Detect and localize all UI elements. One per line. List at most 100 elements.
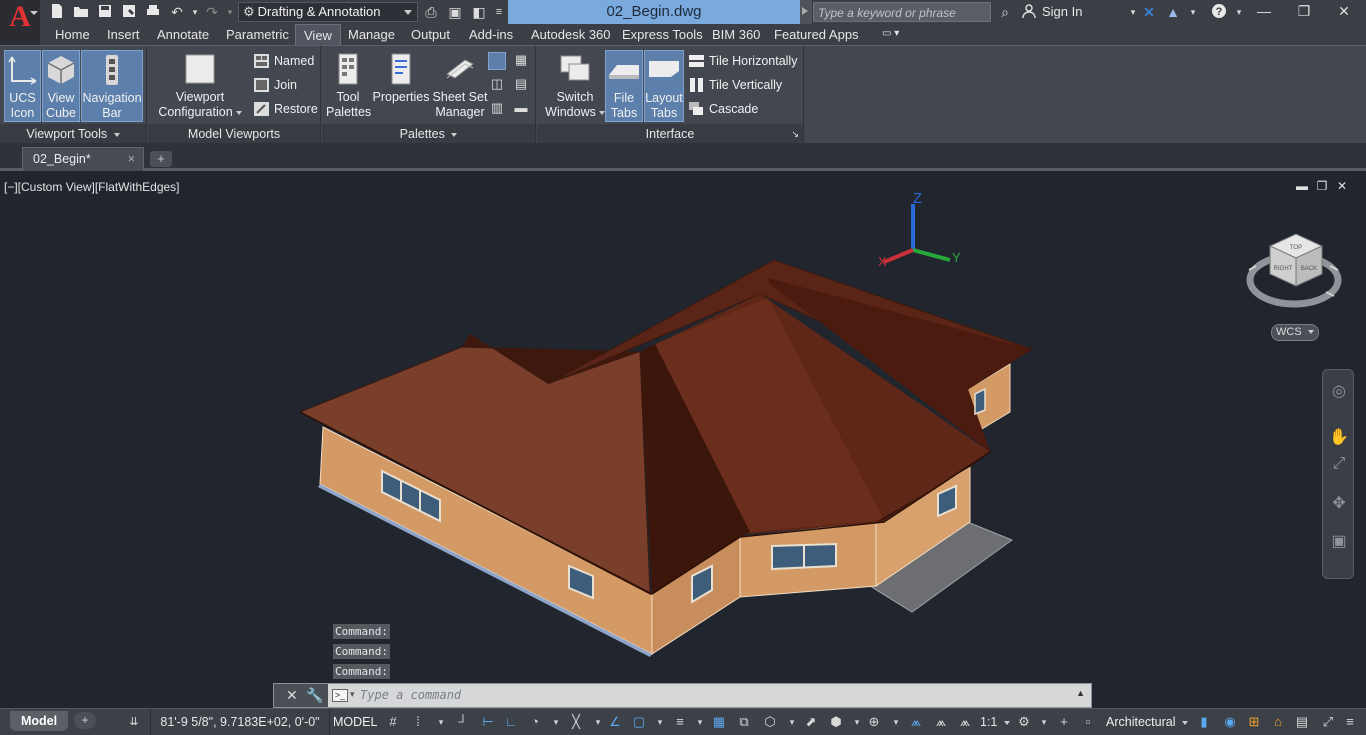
gizmo-icon[interactable]: ⊕ <box>866 714 882 730</box>
panel-title-viewport-tools[interactable]: Viewport Tools <box>0 124 146 144</box>
design-center-icon[interactable]: ▦ <box>512 52 530 70</box>
drawing-viewport[interactable]: Z Y X TOP RIGHT BACK [−][Custom View][Fl… <box>0 174 1366 708</box>
units-icon[interactable]: ▫ <box>1080 714 1096 730</box>
binoculars-search-icon[interactable]: ⌕ <box>996 3 1014 21</box>
lineweight-dropdown-icon[interactable]: ▾ <box>692 714 708 730</box>
object-snap-icon[interactable]: ▢ <box>631 714 647 730</box>
new-file-icon[interactable] <box>48 3 66 21</box>
customize-wrench-icon[interactable]: 🔧 <box>306 687 323 704</box>
filter-dropdown-icon[interactable]: ▾ <box>849 714 865 730</box>
tab-output[interactable]: Output <box>403 24 458 46</box>
snap-mode-icon[interactable]: ⁞ <box>410 714 426 730</box>
workspace-switching-icon[interactable]: ⚙ <box>1016 714 1032 730</box>
object-snap-dropdown-icon[interactable]: ▾ <box>652 714 668 730</box>
print-icon[interactable] <box>144 3 162 21</box>
snap-dropdown-icon[interactable]: ▾ <box>433 714 449 730</box>
model-space-toggle[interactable]: MODEL <box>333 709 377 735</box>
redo-dropdown-icon[interactable]: ▾ <box>221 3 239 21</box>
customization-menu-icon[interactable]: ≡ <box>1342 714 1358 730</box>
command-line-toggle-icon[interactable] <box>488 52 506 70</box>
viewcube-top-face[interactable]: TOP <box>1290 245 1302 251</box>
workspace-select[interactable]: ⚙ Drafting & Annotation <box>238 2 418 22</box>
viewport-configuration-button[interactable]: Viewport Configuration <box>156 50 244 122</box>
zoom-extents-icon[interactable]: ⤢ <box>1327 452 1351 476</box>
clean-screen-icon[interactable]: ▤ <box>1294 714 1310 730</box>
quick-calc-icon[interactable]: ▤ <box>512 76 530 94</box>
ucs-icon-button[interactable]: UCS Icon <box>4 50 41 122</box>
title-scroll-icon[interactable] <box>800 0 812 24</box>
annotation-scale-icon[interactable]: ⩕ <box>957 714 973 730</box>
3d-osnap-icon[interactable]: ⬡ <box>762 714 778 730</box>
quick-properties-icon[interactable]: ▮ <box>1196 714 1212 730</box>
markup-set-icon[interactable]: ◫ <box>488 76 506 94</box>
navigation-bar-button[interactable]: Navigation Bar <box>81 50 143 122</box>
grid-icon[interactable]: # <box>385 714 401 730</box>
ucs-dynamic-icon[interactable]: ⬈ <box>803 714 819 730</box>
tab-autodesk-360[interactable]: Autodesk 360 <box>523 24 619 46</box>
selection-cycling-icon[interactable]: ⧉ <box>736 714 752 730</box>
viewport-controls-label[interactable]: [−][Custom View][FlatWithEdges] <box>4 180 180 194</box>
showmotion-icon[interactable]: ▣ <box>1327 530 1351 554</box>
isodraft-icon[interactable]: ╳ <box>568 714 584 730</box>
tile-horizontally-button[interactable]: Tile Horizontally <box>687 50 797 72</box>
undo-dropdown-icon[interactable]: ▾ <box>186 3 204 21</box>
undo-icon[interactable]: ↶ <box>168 3 186 21</box>
external-references-icon[interactable]: ▬ <box>512 100 530 118</box>
object-snap-tracking-icon[interactable]: ∠ <box>607 714 623 730</box>
tab-manage[interactable]: Manage <box>340 24 403 46</box>
save-icon[interactable] <box>96 3 114 21</box>
tab-insert[interactable]: Insert <box>99 24 148 46</box>
annotation-scale[interactable]: 1:1 <box>980 709 1010 735</box>
hardware-acceleration-icon[interactable]: ⌂ <box>1270 714 1286 730</box>
tab-add-ins[interactable]: Add-ins <box>461 24 521 46</box>
workspace-dropdown-icon[interactable]: ▾ <box>1036 714 1052 730</box>
viewcube-right-face[interactable]: RIGHT <box>1274 266 1293 272</box>
viewport-restore-icon[interactable]: ❐ <box>1314 178 1330 194</box>
orbit-icon[interactable]: ✥ <box>1327 492 1351 516</box>
close-window-icon[interactable]: ✕ <box>1324 0 1364 24</box>
tab-express-tools[interactable]: Express Tools <box>614 24 711 46</box>
open-folder-icon[interactable] <box>72 3 90 21</box>
file-tabs-button[interactable]: File Tabs <box>605 50 643 122</box>
tab-annotate[interactable]: Annotate <box>149 24 217 46</box>
switch-windows-button[interactable]: Switch Windows <box>545 50 605 122</box>
viewcube-back-face[interactable]: BACK <box>1301 266 1317 272</box>
dynamic-input-icon[interactable]: ⊢ <box>480 714 496 730</box>
viewport-minimize-icon[interactable]: ▬ <box>1294 178 1310 194</box>
layout-tabs-button[interactable]: Layout Tabs <box>644 50 684 122</box>
model-layout-tab[interactable]: Model <box>10 711 68 731</box>
dialog-launcher-icon[interactable]: ↘ <box>791 124 799 144</box>
cascade-button[interactable]: Cascade <box>687 98 758 120</box>
tab-home[interactable]: Home <box>47 24 98 46</box>
isodraft-dropdown-icon[interactable]: ▾ <box>590 714 606 730</box>
units-selector[interactable]: Architectural <box>1106 709 1188 735</box>
file-tab-02-begin[interactable]: 02_Begin* × <box>22 147 144 171</box>
wcs-menu[interactable]: WCS <box>1271 324 1319 341</box>
annotation-visibility-icon[interactable]: ⩕ <box>908 714 924 730</box>
viewcube[interactable]: TOP RIGHT BACK <box>1246 233 1342 308</box>
annotation-monitor-icon[interactable]: + <box>1056 714 1072 730</box>
application-menu-button[interactable]: A <box>0 0 40 45</box>
filter-icon[interactable]: ⬢ <box>828 714 844 730</box>
polar-dropdown-icon[interactable]: ▾ <box>548 714 564 730</box>
pan-hand-icon[interactable]: ✋ <box>1327 426 1351 450</box>
add-layout-button[interactable]: + <box>74 712 96 729</box>
named-viewports-button[interactable]: Named <box>252 50 314 72</box>
tab-featured-apps[interactable]: Featured Apps <box>766 24 867 46</box>
command-history-toggle-icon[interactable]: ▲ <box>1076 688 1085 698</box>
properties-button[interactable]: Properties <box>372 50 430 122</box>
panel-title-palettes[interactable]: Palettes <box>322 124 535 144</box>
close-command-line-icon[interactable]: ✕ <box>286 687 298 704</box>
minimize-window-icon[interactable]: — <box>1244 0 1284 24</box>
command-input[interactable]: Type a command <box>360 684 461 707</box>
lock-ui-icon[interactable]: ◉ <box>1222 714 1238 730</box>
layout-list-icon[interactable]: ⇊ <box>126 714 142 730</box>
polar-tracking-icon[interactable]: ◔ <box>527 714 543 730</box>
restore-viewports-button[interactable]: Restore <box>252 98 318 120</box>
command-line-handle[interactable]: ✕ 🔧 <box>274 684 328 707</box>
plot-icon[interactable]: ⎙ <box>422 3 440 21</box>
recent-commands-icon[interactable]: >_ <box>332 689 348 702</box>
view-cube-button[interactable]: View Cube <box>42 50 80 122</box>
stay-connected-icon[interactable]: ▲ <box>1164 3 1182 21</box>
user-icon[interactable] <box>1020 3 1038 21</box>
